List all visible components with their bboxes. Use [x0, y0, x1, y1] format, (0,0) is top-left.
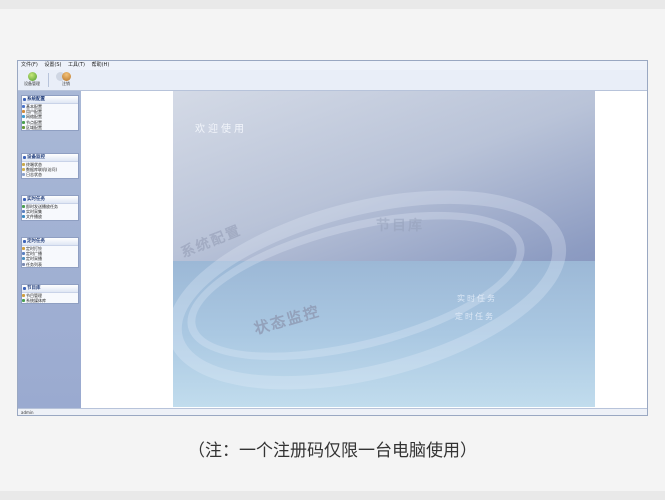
node-icon: [22, 120, 25, 124]
panel-icon: [23, 98, 26, 101]
menu-tools[interactable]: 工具(T): [68, 61, 85, 70]
play-icon: [22, 205, 25, 208]
panel-icon: [23, 198, 26, 201]
network-icon: [22, 115, 25, 119]
panel-header[interactable]: 节目库: [22, 285, 78, 293]
list-icon: [22, 262, 25, 266]
panel-program-library: 节目库 节目管理 系统媒体库: [21, 284, 79, 305]
panel-header[interactable]: 系统配置: [22, 96, 78, 104]
panel-header[interactable]: 定时任务: [22, 238, 78, 246]
sidebar: 系统配置 基本配置 用户配置 网络配置 节点配置 区域配置 设备监控 终端状态 …: [18, 91, 81, 409]
sidebar-item-task-list[interactable]: 任务列表: [22, 262, 78, 267]
menu-file[interactable]: 文件(F): [21, 61, 38, 70]
panel-scheduled-tasks: 定时任务 定时打铃 定时广播 定时采播 任务列表: [21, 237, 79, 268]
bell-icon: [22, 247, 25, 250]
feature-scheduled-tasks: 定时任务: [455, 312, 495, 321]
panel-system-config: 系统配置 基本配置 用户配置 网络配置 节点配置 区域配置: [21, 95, 79, 131]
sidebar-item-log-status[interactable]: 日志状态: [22, 172, 78, 177]
toolbar: 设备管理 注销: [18, 70, 647, 91]
program-icon: [22, 294, 25, 297]
sidebar-item-file-play[interactable]: 文件播放: [22, 214, 78, 219]
app-window: 文件(F) 设置(S) 工具(T) 帮助(H) 设备管理 注销 系统配置 基本配…: [17, 60, 648, 416]
panel-header[interactable]: 实时任务: [22, 196, 78, 204]
device-manage-button[interactable]: 设备管理: [21, 71, 43, 89]
page-top-band: [0, 0, 665, 9]
database-icon: [22, 168, 25, 172]
broadcast-icon: [22, 252, 25, 256]
feature-realtime-tasks: 实时任务: [457, 294, 497, 303]
capture-icon: [22, 210, 25, 214]
panel-icon: [23, 287, 26, 290]
log-icon: [22, 173, 25, 177]
menu-settings[interactable]: 设置(S): [44, 61, 61, 70]
welcome-title: 欢迎使用: [195, 124, 247, 135]
main-content: 欢迎使用 系统配置 状态监控 节目库 实时任务 定时任务: [81, 91, 647, 409]
page-bottom-band: [0, 491, 665, 500]
panel-icon: [23, 240, 26, 243]
user-icon: [22, 110, 25, 114]
menu-help[interactable]: 帮助(H): [92, 61, 110, 70]
panel-header[interactable]: 设备监控: [22, 154, 78, 162]
status-bar: admin: [18, 408, 647, 415]
device-icon: [27, 72, 37, 81]
panel-device-monitor: 设备监控 终端状态 数据库联机(访问) 日志状态: [21, 153, 79, 179]
caption-note: （注：一个注册码仅限一台电脑使用）: [188, 441, 477, 461]
panel-icon: [23, 156, 26, 159]
user-icon: [61, 72, 71, 81]
file-icon: [22, 215, 25, 219]
media-icon: [22, 299, 25, 303]
status-user: admin: [21, 410, 34, 415]
sidebar-item-area-config[interactable]: 区域配置: [22, 125, 78, 130]
config-icon: [22, 105, 25, 108]
terminal-icon: [22, 163, 25, 166]
panel-realtime-tasks: 实时任务 即时发送播放任务 实时采集 文件播放: [21, 195, 79, 221]
sidebar-item-media-library[interactable]: 系统媒体库: [22, 298, 78, 303]
watermark-program-library: 节目库: [376, 218, 424, 234]
logout-button[interactable]: 注销: [55, 71, 77, 89]
area-icon: [22, 125, 25, 129]
capture-icon: [22, 257, 25, 261]
welcome-banner: 欢迎使用 系统配置 状态监控 节目库 实时任务 定时任务: [173, 91, 595, 407]
